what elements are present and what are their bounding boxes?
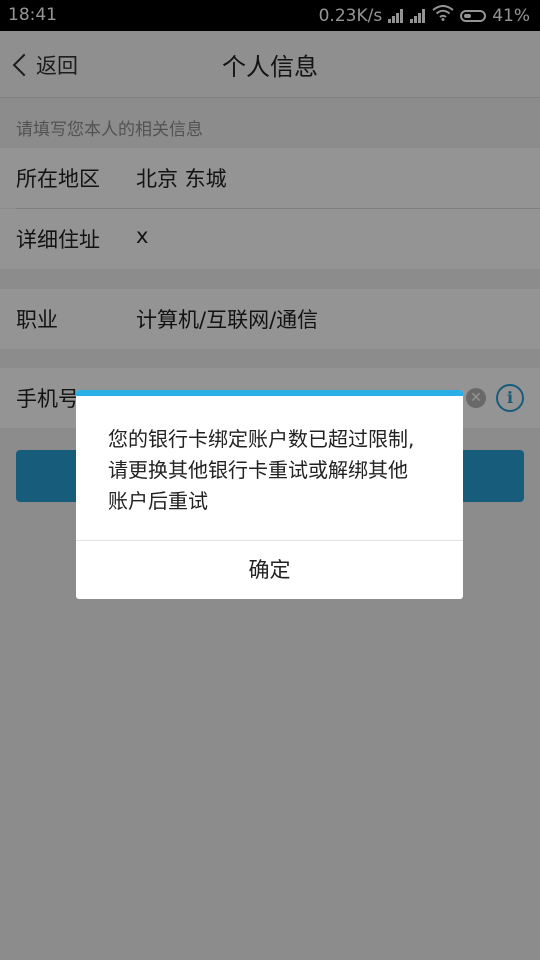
confirm-button[interactable]: 确定 <box>76 541 463 599</box>
screen: 18:41 0.23K/s 41% 返回 个人信息 请填写您本人的相关信息 所在… <box>0 0 540 960</box>
alert-dialog: 您的银行卡绑定账户数已超过限制,请更换其他银行卡重试或解绑其他账户后重试 确定 <box>76 390 463 599</box>
dialog-accent-bar <box>76 390 463 396</box>
dialog-message: 您的银行卡绑定账户数已超过限制,请更换其他银行卡重试或解绑其他账户后重试 <box>108 427 415 513</box>
